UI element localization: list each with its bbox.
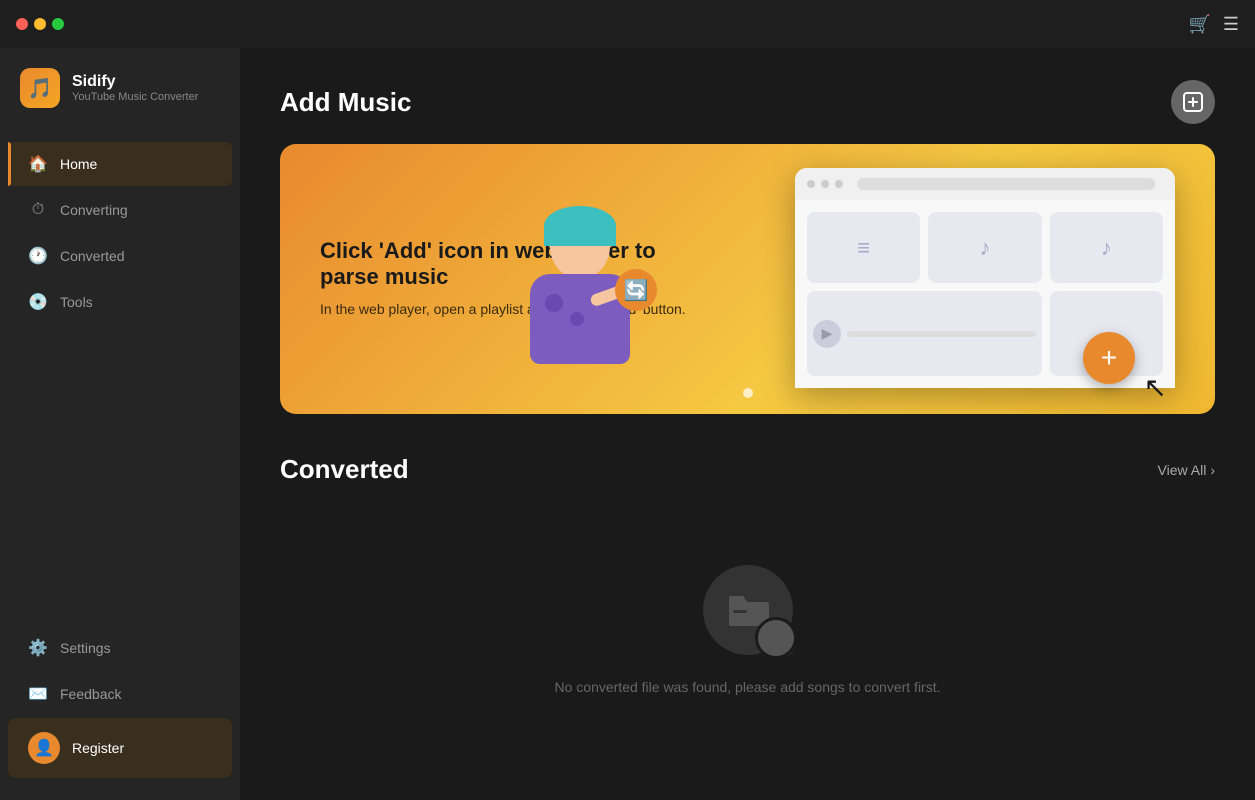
folder-svg xyxy=(725,590,771,630)
traffic-lights xyxy=(16,18,64,30)
sidebar-item-feedback-label: Feedback xyxy=(60,686,121,702)
close-button[interactable] xyxy=(16,18,28,30)
sidebar-bottom: ⚙️ Settings ✉️ Feedback 👤 Register xyxy=(0,616,240,800)
view-all-label: View All xyxy=(1158,462,1207,478)
app-logo-icon: 🎵 xyxy=(28,76,53,101)
add-music-action-button[interactable] xyxy=(1171,80,1215,124)
carousel-dot[interactable] xyxy=(743,388,753,398)
main-content: Add Music Click 'Add' icon in web player… xyxy=(240,0,1255,800)
register-label: Register xyxy=(72,740,124,756)
sidebar-item-converted[interactable]: 🕐 Converted xyxy=(8,234,232,278)
menu-icon[interactable]: ☰ xyxy=(1223,14,1239,35)
banner-plus-button[interactable]: + xyxy=(1083,332,1135,384)
sidebar-item-tools[interactable]: 💿 Tools xyxy=(8,280,232,324)
mock-dot-3 xyxy=(835,180,843,188)
app-logo: 🎵 xyxy=(20,68,60,108)
sidebar-item-tools-label: Tools xyxy=(60,294,93,310)
view-all-arrow: › xyxy=(1210,462,1215,478)
app-subtitle: YouTube Music Converter xyxy=(72,91,198,103)
title-bar-right: 🛒 ☰ xyxy=(1188,14,1239,35)
mock-dot-2 xyxy=(821,180,829,188)
add-music-title: Add Music xyxy=(280,87,411,118)
sidebar-item-converting[interactable]: ⏱ Converting xyxy=(8,188,232,232)
add-music-header: Add Music xyxy=(280,80,1215,124)
converted-section: Converted View All › No converted xyxy=(280,454,1215,755)
app-name: Sidify xyxy=(72,73,198,91)
sidebar-item-converted-label: Converted xyxy=(60,248,125,264)
mock-card-1: ≡ xyxy=(807,212,920,283)
folder-sub-icon xyxy=(765,627,799,661)
mock-browser-bar xyxy=(795,168,1175,200)
tools-icon: 💿 xyxy=(28,292,48,312)
converting-icon: ⏱ xyxy=(28,200,48,220)
mock-card-4: ▶ xyxy=(807,291,1042,376)
converted-header: Converted View All › xyxy=(280,454,1215,485)
cursor-icon: ↖ xyxy=(1144,371,1167,404)
sidebar-item-feedback[interactable]: ✉️ Feedback xyxy=(8,672,232,716)
sidebar-item-home-label: Home xyxy=(60,156,97,172)
feedback-icon: ✉️ xyxy=(28,684,48,704)
add-music-banner: Click 'Add' icon in web player to parse … xyxy=(280,144,1215,414)
converted-title: Converted xyxy=(280,454,409,485)
sidebar-item-settings-label: Settings xyxy=(60,640,111,656)
view-all-button[interactable]: View All › xyxy=(1158,462,1215,478)
maximize-button[interactable] xyxy=(52,18,64,30)
cart-icon[interactable]: 🛒 xyxy=(1188,14,1210,35)
nav-section: 🏠 Home ⏱ Converting 🕐 Converted 💿 Tools xyxy=(0,132,240,616)
import-icon xyxy=(1182,91,1204,113)
register-avatar: 👤 xyxy=(28,732,60,764)
sidebar-header: 🎵 Sidify YouTube Music Converter xyxy=(0,48,240,132)
mock-dot-1 xyxy=(807,180,815,188)
register-item[interactable]: 👤 Register xyxy=(8,718,232,778)
settings-icon: ⚙️ xyxy=(28,638,48,658)
minimize-button[interactable] xyxy=(34,18,46,30)
sidebar: 🎵 Sidify YouTube Music Converter 🏠 Home … xyxy=(0,0,240,800)
title-bar: 🛒 ☰ xyxy=(0,0,1255,48)
converted-icon: 🕐 xyxy=(28,246,48,266)
empty-folder-icon xyxy=(703,565,793,655)
empty-message: No converted file was found, please add … xyxy=(555,679,941,695)
character-illustration: 🔄 xyxy=(500,194,660,414)
register-avatar-icon: 👤 xyxy=(34,738,54,758)
sidebar-item-home[interactable]: 🏠 Home xyxy=(8,142,232,186)
sidebar-item-settings[interactable]: ⚙️ Settings xyxy=(8,626,232,670)
mock-card-3: ♪ xyxy=(1050,212,1163,283)
mock-card-2: ♪ xyxy=(928,212,1041,283)
app-title-block: Sidify YouTube Music Converter xyxy=(72,73,198,103)
sidebar-item-converting-label: Converting xyxy=(60,202,128,218)
title-bar-left xyxy=(16,18,72,30)
home-icon: 🏠 xyxy=(28,154,48,174)
empty-state: No converted file was found, please add … xyxy=(280,505,1215,755)
